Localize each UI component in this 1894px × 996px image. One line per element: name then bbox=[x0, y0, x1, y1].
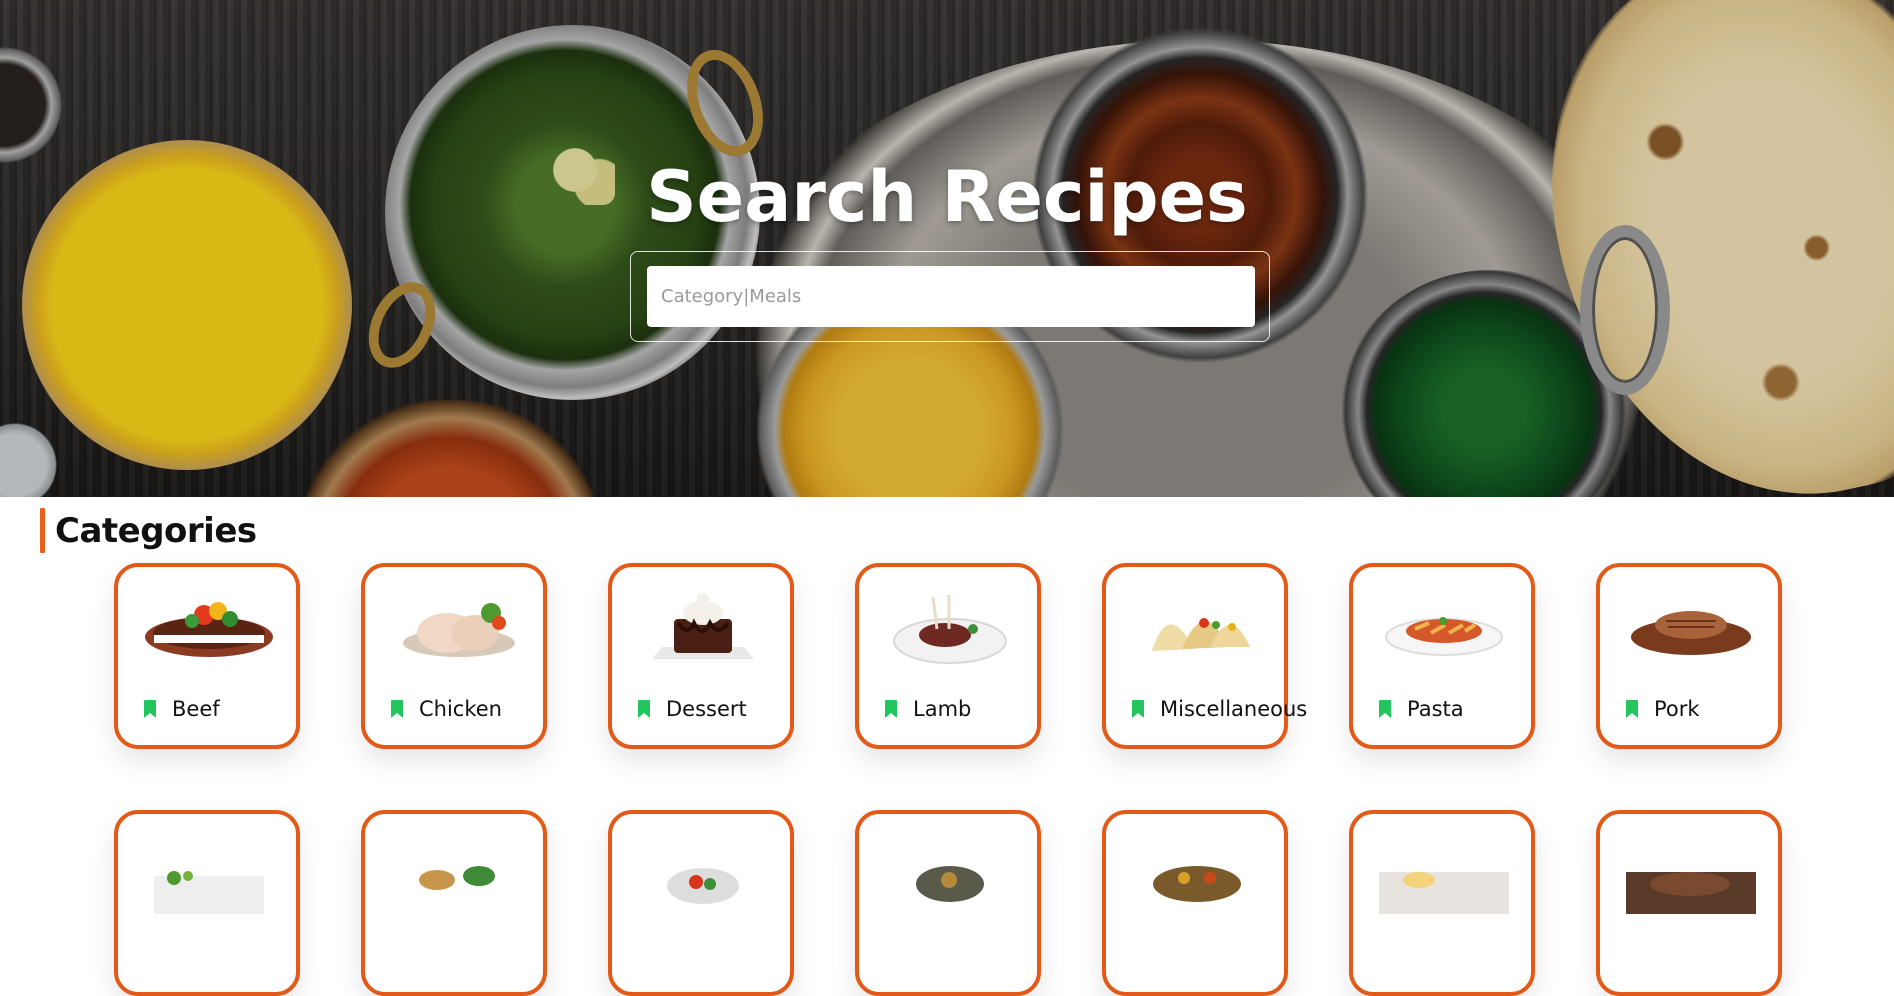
food-image bbox=[154, 871, 264, 914]
category-card[interactable] bbox=[1102, 810, 1288, 996]
pork-image bbox=[1631, 611, 1751, 655]
category-card[interactable] bbox=[361, 810, 547, 996]
hero-title: Search Recipes bbox=[646, 156, 1248, 238]
category-card[interactable] bbox=[1349, 810, 1535, 996]
section-title: Categories bbox=[55, 510, 257, 551]
food-image bbox=[419, 866, 495, 890]
heading-accent-bar bbox=[40, 508, 45, 553]
bookmark-icon bbox=[885, 700, 897, 718]
bookmark-icon bbox=[1626, 700, 1638, 718]
category-card-miscellaneous[interactable]: Miscellaneous bbox=[1102, 563, 1307, 749]
food-image bbox=[916, 866, 984, 902]
category-card[interactable] bbox=[1596, 810, 1782, 996]
category-label: Pork bbox=[1654, 697, 1700, 721]
bookmark-icon bbox=[391, 700, 403, 718]
category-card-lamb[interactable]: Lamb bbox=[855, 563, 1041, 749]
category-card[interactable] bbox=[114, 810, 300, 996]
beef-image bbox=[145, 602, 273, 657]
category-card-pork[interactable]: Pork bbox=[1596, 563, 1782, 749]
dessert-image bbox=[652, 593, 754, 659]
category-card-chicken[interactable]: Chicken bbox=[361, 563, 547, 749]
category-label: Lamb bbox=[913, 697, 972, 721]
category-label: Pasta bbox=[1407, 697, 1464, 721]
hero-banner: Search Recipes bbox=[0, 0, 1894, 497]
bookmark-icon bbox=[1379, 700, 1391, 718]
category-label: Miscellaneous bbox=[1160, 697, 1308, 721]
chicken-image bbox=[403, 603, 515, 657]
categories-header: Categories bbox=[40, 508, 257, 553]
category-card-pasta[interactable]: Pasta bbox=[1349, 563, 1535, 749]
food-image bbox=[667, 868, 739, 904]
food-image bbox=[1379, 872, 1509, 914]
category-label: Beef bbox=[172, 697, 220, 721]
food-image bbox=[1626, 872, 1756, 914]
category-card-beef[interactable]: Beef bbox=[114, 563, 300, 749]
bookmark-icon bbox=[1132, 700, 1144, 718]
lamb-image bbox=[893, 595, 1007, 664]
food-image bbox=[1153, 866, 1241, 902]
miscellaneous-image bbox=[1152, 618, 1250, 651]
bookmark-icon bbox=[144, 700, 156, 718]
category-card-dessert[interactable]: Dessert bbox=[608, 563, 794, 749]
bookmark-icon bbox=[638, 700, 650, 718]
search-input[interactable] bbox=[647, 266, 1255, 327]
category-card[interactable] bbox=[608, 810, 794, 996]
category-card[interactable] bbox=[855, 810, 1041, 996]
search-box bbox=[630, 251, 1270, 342]
category-label: Dessert bbox=[666, 697, 747, 721]
category-label: Chicken bbox=[419, 697, 502, 721]
pasta-image bbox=[1385, 617, 1503, 656]
